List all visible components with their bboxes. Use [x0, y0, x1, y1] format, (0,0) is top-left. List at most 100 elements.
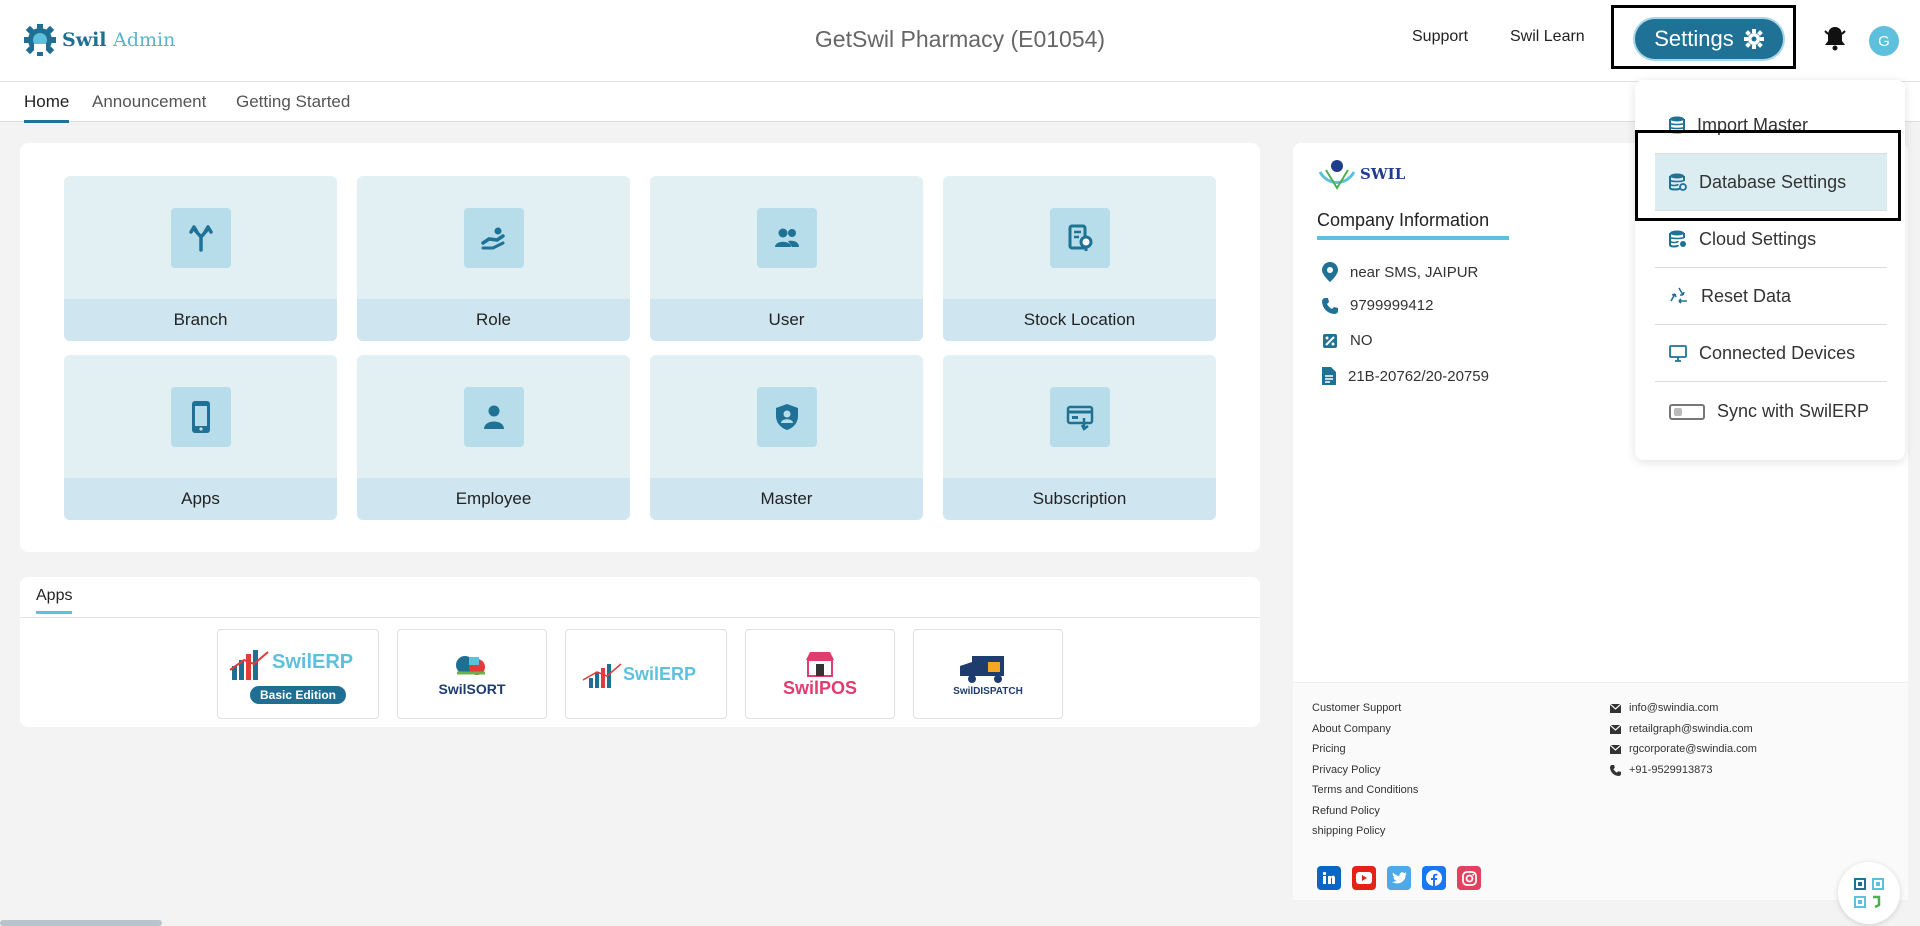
footer-link-refund-policy[interactable]: Refund Policy: [1312, 805, 1380, 817]
mail-icon: [1610, 744, 1621, 754]
contact-text: rgcorporate@swindia.com: [1629, 743, 1757, 755]
settings-label: Settings: [1654, 26, 1734, 51]
twitter-icon[interactable]: [1387, 866, 1411, 890]
mail-icon: [1610, 703, 1621, 713]
tile-user[interactable]: User: [650, 176, 923, 341]
sync-toggle-switch[interactable]: [1669, 403, 1705, 420]
company-phone-row: 9799999412: [1322, 297, 1433, 314]
youtube-icon[interactable]: [1352, 866, 1376, 890]
swil-learn-link[interactable]: Swil Learn: [1510, 28, 1585, 46]
contact-text: info@swindia.com: [1629, 702, 1719, 714]
cloud-database-icon: [1669, 230, 1686, 248]
apps-card-header: Apps: [20, 577, 1260, 618]
linkedin-icon[interactable]: [1317, 866, 1341, 890]
qr-scan-icon: [1854, 878, 1884, 909]
delivery-truck-icon: [960, 655, 1004, 683]
footer-link-pricing[interactable]: Pricing: [1312, 743, 1346, 755]
instagram-icon[interactable]: [1457, 866, 1481, 890]
menu-item-sync-swilerp[interactable]: Sync with SwilERP: [1655, 383, 1887, 440]
company-license: 21B-20762/20-20759: [1348, 367, 1489, 385]
branch-icon: [171, 208, 231, 268]
tile-label: Master: [650, 478, 923, 520]
contact-email-retailgraph[interactable]: retailgraph@swindia.com: [1610, 723, 1753, 735]
shield-user-icon: [757, 387, 817, 447]
tile-master[interactable]: Master: [650, 355, 923, 520]
menu-item-reset-data[interactable]: Reset Data: [1655, 268, 1887, 325]
role-icon: [464, 208, 524, 268]
logo-text: Swil Admin: [62, 29, 175, 51]
app-swilpos[interactable]: SwilPOS: [745, 629, 895, 719]
footer-link-customer-support[interactable]: Customer Support: [1312, 702, 1401, 714]
contact-email-rgcorporate[interactable]: rgcorporate@swindia.com: [1610, 743, 1757, 755]
tile-apps[interactable]: Apps: [64, 355, 337, 520]
swil-admin-logo[interactable]: Swil Admin: [22, 22, 175, 58]
floating-help-widget[interactable]: [1838, 862, 1900, 924]
users-icon: [757, 208, 817, 268]
tab-home[interactable]: Home: [24, 92, 70, 123]
company-heading-text: Company Information: [1317, 210, 1490, 230]
app-name: SwilERP: [623, 664, 696, 684]
gear-icon: [1743, 29, 1764, 49]
facebook-icon[interactable]: [1422, 866, 1446, 890]
phone-icon: [1610, 764, 1621, 776]
footer-link-terms[interactable]: Terms and Conditions: [1312, 784, 1418, 796]
contact-email-info[interactable]: info@swindia.com: [1610, 702, 1718, 714]
company-gst-row: NO: [1322, 332, 1373, 349]
main-tabs: Home Announcement Getting Started: [0, 82, 1920, 123]
tile-branch[interactable]: Branch: [64, 176, 337, 341]
subscription-icon: [1050, 387, 1110, 447]
app-swilerp[interactable]: SwilERP: [565, 629, 727, 719]
notification-bell-icon[interactable]: [1823, 25, 1847, 56]
company-info-heading: Company Information: [1317, 210, 1509, 240]
app-swilerp-basic[interactable]: SwilERP Basic Edition: [217, 629, 379, 719]
tab-announcement[interactable]: Announcement: [92, 92, 206, 120]
company-address: near SMS, JAIPUR: [1350, 263, 1479, 281]
recycle-icon: [1670, 287, 1687, 304]
tile-role[interactable]: Role: [357, 176, 630, 341]
company-gst: NO: [1350, 332, 1373, 349]
tile-label: Subscription: [943, 478, 1216, 520]
app-name: SwilERP: [272, 651, 353, 673]
monitor-icon: [1669, 345, 1687, 362]
tile-label: Role: [357, 299, 630, 341]
modules-card: Branch Role User Stock Location Apps Emp…: [20, 143, 1260, 552]
phone-icon: [1322, 297, 1338, 314]
app-swildispatch[interactable]: SwilDISPATCH: [913, 629, 1063, 719]
app-name: SwilSORT: [438, 681, 506, 697]
swil-logo-icon: [1318, 160, 1356, 190]
document-icon: [1322, 367, 1336, 385]
apps-tab[interactable]: Apps: [36, 587, 73, 614]
footer-link-about-company[interactable]: About Company: [1312, 723, 1391, 735]
tab-getting-started[interactable]: Getting Started: [236, 92, 350, 120]
swilpos-shop-icon: [806, 651, 834, 677]
company-license-row: 21B-20762/20-20759: [1322, 367, 1489, 385]
footer-link-privacy-policy[interactable]: Privacy Policy: [1312, 764, 1380, 776]
tile-label: User: [650, 299, 923, 341]
percent-tag-icon: [1323, 333, 1337, 348]
support-link[interactable]: Support: [1412, 28, 1468, 46]
mail-icon: [1610, 724, 1621, 734]
tile-stock-location[interactable]: Stock Location: [943, 176, 1216, 341]
footer-link-shipping-policy[interactable]: shipping Policy: [1312, 825, 1385, 837]
location-pin-icon: [1322, 262, 1338, 282]
menu-item-connected-devices[interactable]: Connected Devices: [1655, 325, 1887, 382]
horizontal-scrollbar[interactable]: [0, 920, 162, 926]
contact-text: retailgraph@swindia.com: [1629, 723, 1753, 735]
tile-employee[interactable]: Employee: [357, 355, 630, 520]
logo-word-admin: Admin: [113, 29, 176, 51]
tile-label: Apps: [64, 478, 337, 520]
menu-item-label: Reset Data: [1701, 285, 1792, 306]
basic-edition-badge: Basic Edition: [249, 686, 346, 704]
settings-button[interactable]: Settings: [1635, 19, 1783, 59]
contact-text: +91-9529913873: [1629, 764, 1713, 776]
swilerp-logo-icon: SwilERP: [229, 650, 353, 680]
company-phone: 9799999412: [1350, 297, 1434, 314]
user-avatar[interactable]: G: [1869, 26, 1899, 56]
tile-subscription[interactable]: Subscription: [943, 355, 1216, 520]
contact-phone[interactable]: +91-9529913873: [1610, 764, 1713, 776]
database-settings-highlight-frame: [1635, 130, 1901, 221]
app-swilsort[interactable]: SwilSORT: [397, 629, 547, 719]
swilerp-logo-icon: SwilERP: [582, 663, 696, 688]
logo-gear-icon: [24, 24, 56, 56]
menu-item-label: Cloud Settings: [1699, 228, 1817, 249]
